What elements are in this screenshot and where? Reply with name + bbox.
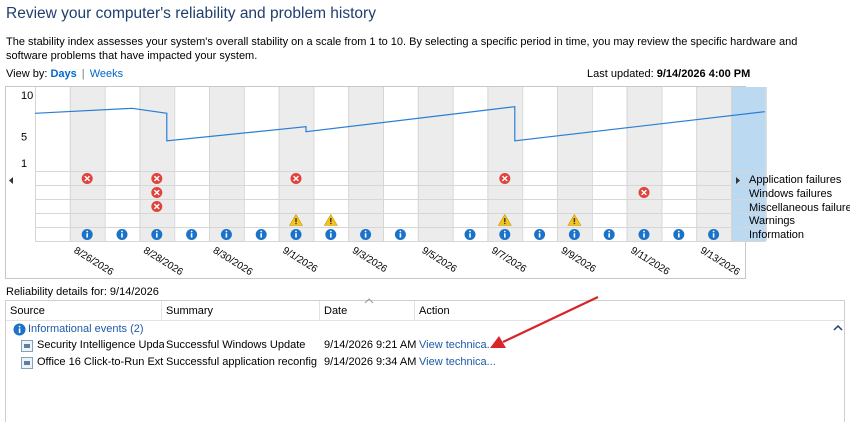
view-weeks-link[interactable]: Weeks	[90, 68, 123, 80]
warning-icon-mark	[504, 218, 506, 222]
info-icon-dot	[469, 230, 471, 233]
warning-icon-dot	[295, 222, 297, 225]
info-icon-dot	[86, 230, 89, 233]
info-icon-dot	[121, 230, 123, 233]
day-column[interactable]	[174, 87, 209, 241]
info-icon-mark	[678, 233, 680, 238]
day-column[interactable]	[661, 87, 697, 241]
day-column[interactable]	[696, 87, 731, 241]
page-description: The stability index assesses your system…	[6, 36, 798, 62]
info-icon-mark	[608, 233, 610, 238]
info-icon-dot	[155, 230, 158, 233]
info-icon-mark	[643, 233, 645, 238]
row-label-information: Information	[749, 229, 805, 241]
view-by-label: View by:	[6, 68, 48, 80]
info-icon-mark	[86, 233, 88, 238]
last-updated-label: Last updated:	[587, 68, 654, 80]
info-icon-mark	[260, 233, 262, 238]
info-icon-dot	[260, 230, 263, 233]
day-column[interactable]	[591, 87, 627, 241]
info-icon-dot	[225, 230, 228, 233]
warning-icon-dot	[504, 222, 506, 225]
info-icon-dot	[399, 230, 402, 233]
warning-icon-dot	[573, 222, 576, 225]
info-icon-mark	[156, 233, 158, 238]
info-icon-mark	[225, 233, 228, 238]
day-column[interactable]	[104, 87, 140, 241]
y-tick-label: 10	[21, 90, 33, 102]
view-separator: |	[81, 68, 85, 80]
info-icon-dot	[329, 230, 332, 233]
info-icon-dot	[712, 230, 715, 233]
details-label: Reliability details for: 9/14/2026	[6, 286, 159, 298]
info-icon-mark	[469, 233, 471, 238]
day-column[interactable]	[35, 87, 70, 241]
row-label-application-failures: Application failures	[749, 174, 842, 186]
info-icon-dot	[608, 230, 611, 233]
info-icon-dot	[364, 230, 367, 233]
group-label: Informational events (2)	[28, 323, 144, 335]
row-summary: Successful Windows Update	[166, 339, 306, 351]
info-icon-mark	[190, 233, 193, 238]
info-icon-mark	[538, 233, 541, 238]
info-icon-dot	[643, 230, 645, 233]
info-icon-dot	[503, 230, 506, 233]
view-technical-details-link[interactable]: View technica...	[419, 339, 519, 351]
info-icon-dot	[190, 230, 193, 233]
report-icon	[21, 357, 33, 369]
page-title: Review your computer's reliability and p…	[6, 5, 376, 22]
column-header-action[interactable]: Action	[415, 301, 844, 321]
sort-caret-icon	[364, 298, 374, 304]
row-summary: Successful application reconfig...	[166, 356, 318, 368]
info-icon-mark	[573, 233, 576, 238]
info-icon-dot	[538, 230, 541, 233]
view-technical-details-link[interactable]: View technica...	[419, 356, 519, 368]
day-column[interactable]	[522, 87, 557, 241]
table-row[interactable]: Security Intelligence Upda... Successful…	[6, 338, 844, 355]
info-icon-dot	[573, 230, 576, 233]
row-date: 9/14/2026 9:34 AM	[324, 356, 416, 368]
y-tick-label: 5	[21, 132, 27, 144]
warning-icon-mark	[295, 218, 297, 222]
row-label-warnings: Warnings	[749, 215, 796, 227]
view-days-link[interactable]: Days	[50, 68, 76, 80]
info-icon-mark	[295, 233, 297, 238]
last-updated: Last updated: 9/14/2026 4:00 PM	[587, 68, 750, 80]
column-header-summary[interactable]: Summary	[162, 301, 320, 321]
details-table: Source Summary Date Action Informational…	[5, 298, 845, 422]
info-icon	[13, 323, 26, 336]
day-column[interactable]	[348, 87, 383, 241]
warning-icon-mark	[573, 218, 576, 222]
row-label-miscellaneous-failures: Miscellaneous failures	[749, 202, 850, 214]
last-updated-value: 9/14/2026 4:00 PM	[656, 68, 751, 80]
info-icon-mark	[712, 233, 715, 238]
view-by-selector: View by: Days | Weeks	[6, 68, 123, 80]
report-icon	[21, 340, 33, 352]
day-column[interactable]	[626, 87, 662, 241]
table-header: Source Summary Date Action	[6, 298, 844, 321]
day-column[interactable]	[417, 87, 453, 241]
row-date: 9/14/2026 9:21 AM	[324, 339, 416, 351]
info-icon-mark	[330, 233, 332, 238]
y-tick-label: 1	[21, 158, 27, 170]
row-source: Security Intelligence Upda...	[37, 339, 164, 351]
group-informational-events[interactable]: Informational events (2)	[10, 322, 843, 338]
collapse-chevron-icon[interactable]	[833, 324, 843, 332]
info-icon-mark	[121, 233, 123, 238]
reliability-chart[interactable]: 10518/26/2026 8/28/2026 8/30/2026 9/1/2026 9…	[0, 84, 850, 284]
row-label-windows-failures: Windows failures	[749, 188, 833, 200]
day-column[interactable]	[209, 87, 244, 241]
warning-icon-mark	[330, 218, 332, 222]
column-header-source[interactable]: Source	[6, 301, 162, 321]
info-icon-mark	[364, 233, 367, 238]
info-icon-dot	[677, 230, 680, 233]
info-icon-dot	[295, 230, 297, 233]
info-icon-mark	[504, 233, 506, 238]
day-column[interactable]	[243, 87, 279, 241]
info-icon-mark	[399, 233, 402, 238]
day-column[interactable]	[383, 87, 418, 241]
row-source: Office 16 Click-to-Run Ext...	[37, 356, 164, 368]
warning-icon-dot	[330, 222, 332, 225]
table-row[interactable]: Office 16 Click-to-Run Ext... Successful…	[6, 355, 844, 372]
